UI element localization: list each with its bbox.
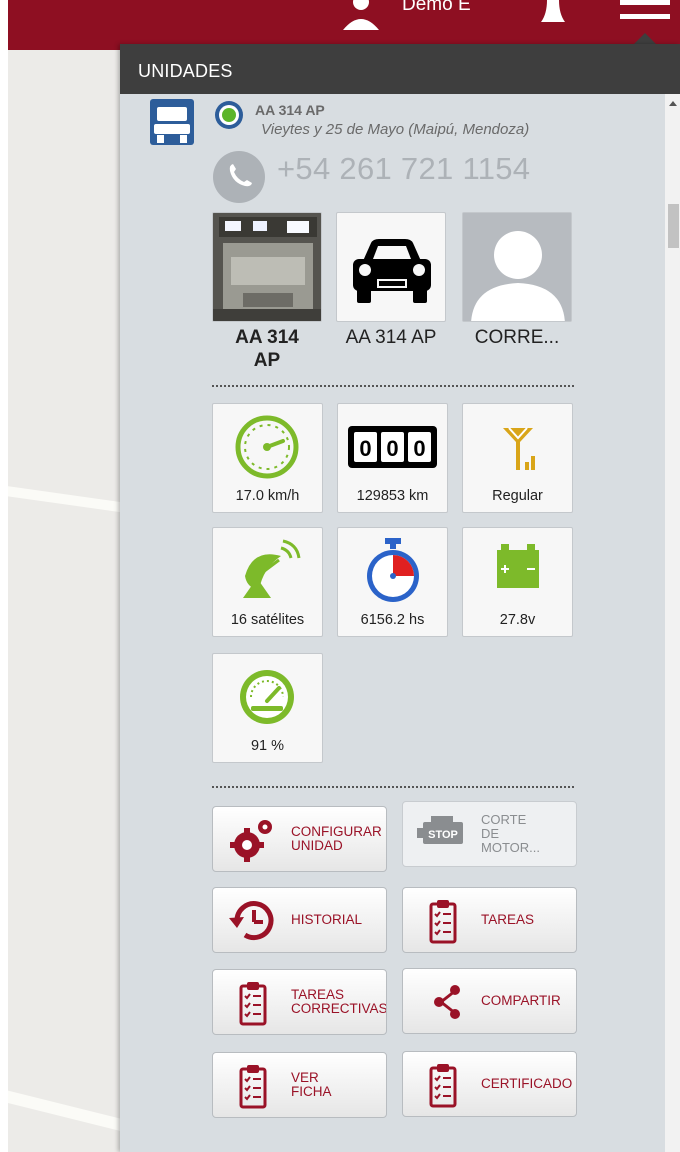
battery-icon	[497, 544, 539, 588]
odometer-digit: 0	[386, 436, 398, 461]
tasks-button[interactable]: TAREAS	[402, 887, 577, 953]
engine-cut-button[interactable]: STOP CORTE DE MOTOR...	[402, 801, 577, 867]
corrective-tasks-label: TAREAS CORRECTIVAS	[291, 987, 387, 1016]
panel-header: UNIDADES	[120, 44, 680, 94]
car-photo-label: AA 314 AP	[345, 327, 437, 348]
svg-text:STOP: STOP	[428, 829, 458, 841]
engine-cut-label: CORTE DE MOTOR...	[481, 812, 540, 855]
speedometer-icon	[235, 415, 299, 479]
fuel-gauge-value: 91 %	[250, 738, 285, 754]
unit-name[interactable]: AA 314 AP	[255, 102, 325, 118]
clipboard-icon	[429, 1064, 457, 1108]
user-icon[interactable]	[340, 0, 382, 30]
satellite-icon	[243, 539, 301, 598]
car-icon	[353, 239, 431, 303]
panel-scrollbar[interactable]	[665, 94, 680, 1152]
phone-number[interactable]: +54 261 721 1154	[277, 151, 530, 187]
fuel-gauge-metric[interactable]: 91 %	[212, 653, 323, 763]
truck-photo-label: AA 314 AP	[235, 327, 299, 371]
hours-metric[interactable]: 6156.2 hs	[337, 527, 448, 637]
clipboard-icon	[239, 982, 267, 1026]
view-sheet-label: VER FICHA	[291, 1070, 332, 1099]
units-panel: UNIDADES AA 314 AP Vieytes y 25 de Mayo …	[120, 44, 680, 1152]
certificate-label: CERTIFICADO	[481, 1076, 573, 1091]
location-pin-icon[interactable]	[214, 100, 244, 132]
clipboard-icon	[239, 1065, 267, 1109]
panel-body: AA 314 AP Vieytes y 25 de Mayo (Maipú, M…	[120, 94, 665, 1152]
separator	[212, 786, 574, 788]
configure-unit-label: CONFIGURAR UNIDAD	[291, 824, 382, 853]
top-bar: Demo E	[0, 0, 680, 50]
truck-icon[interactable]	[150, 99, 194, 145]
share-button[interactable]: COMPARTIR	[402, 968, 577, 1034]
person-avatar-icon	[463, 213, 571, 321]
history-label: HISTORIAL	[291, 912, 363, 927]
gears-icon	[230, 820, 272, 862]
certificate-button[interactable]: CERTIFICADO	[402, 1051, 577, 1117]
driver-photo[interactable]	[462, 212, 572, 322]
phone-icon[interactable]	[213, 151, 265, 203]
history-icon	[229, 901, 274, 941]
driver-photo-label: CORRE...	[474, 327, 560, 348]
battery-value: 27.8v	[499, 612, 536, 628]
history-button[interactable]: HISTORIAL	[212, 887, 387, 953]
clipboard-icon	[429, 900, 457, 944]
odometer-digit: 0	[359, 436, 371, 461]
odometer-value: 129853 km	[356, 488, 429, 504]
satellites-metric[interactable]: 16 satélites	[212, 527, 323, 637]
odometer-icon: 0 0 0	[348, 426, 437, 468]
corrective-tasks-button[interactable]: TAREAS CORRECTIVAS	[212, 969, 387, 1035]
battery-metric[interactable]: 27.8v	[462, 527, 573, 637]
stopwatch-icon	[367, 538, 419, 602]
view-sheet-button[interactable]: VER FICHA	[212, 1052, 387, 1118]
bell-icon[interactable]	[541, 0, 565, 28]
speed-metric[interactable]: 17.0 km/h	[212, 403, 323, 513]
scrollbar-thumb[interactable]	[668, 204, 679, 248]
share-label: COMPARTIR	[481, 993, 561, 1008]
tasks-label: TAREAS	[481, 912, 535, 927]
left-edge	[0, 0, 8, 1152]
signal-value: Regular	[492, 488, 543, 504]
speed-value: 17.0 km/h	[235, 488, 300, 504]
hamburger-menu-icon[interactable]	[620, 0, 670, 36]
unit-address: Vieytes y 25 de Mayo (Maipú, Mendoza)	[261, 121, 530, 138]
configure-unit-button[interactable]: CONFIGURAR UNIDAD	[212, 806, 387, 872]
signal-icon	[503, 427, 535, 470]
panel-title: UNIDADES	[138, 61, 233, 81]
truck-photo[interactable]	[212, 212, 322, 322]
user-name[interactable]: Demo E	[402, 0, 471, 16]
gauge-icon	[240, 670, 294, 724]
scroll-up-arrow[interactable]	[669, 101, 677, 106]
car-photo[interactable]	[336, 212, 446, 322]
map-road	[0, 1087, 140, 1135]
signal-metric[interactable]: Regular	[462, 403, 573, 513]
satellites-value: 16 satélites	[230, 612, 305, 628]
map-road	[0, 485, 141, 515]
share-icon	[434, 985, 460, 1019]
odometer-metric[interactable]: 0 0 0 129853 km	[337, 403, 448, 513]
engine-stop-icon: STOP	[417, 816, 463, 844]
odometer-digit: 0	[413, 436, 425, 461]
hours-value: 6156.2 hs	[360, 612, 425, 628]
separator	[212, 385, 574, 387]
